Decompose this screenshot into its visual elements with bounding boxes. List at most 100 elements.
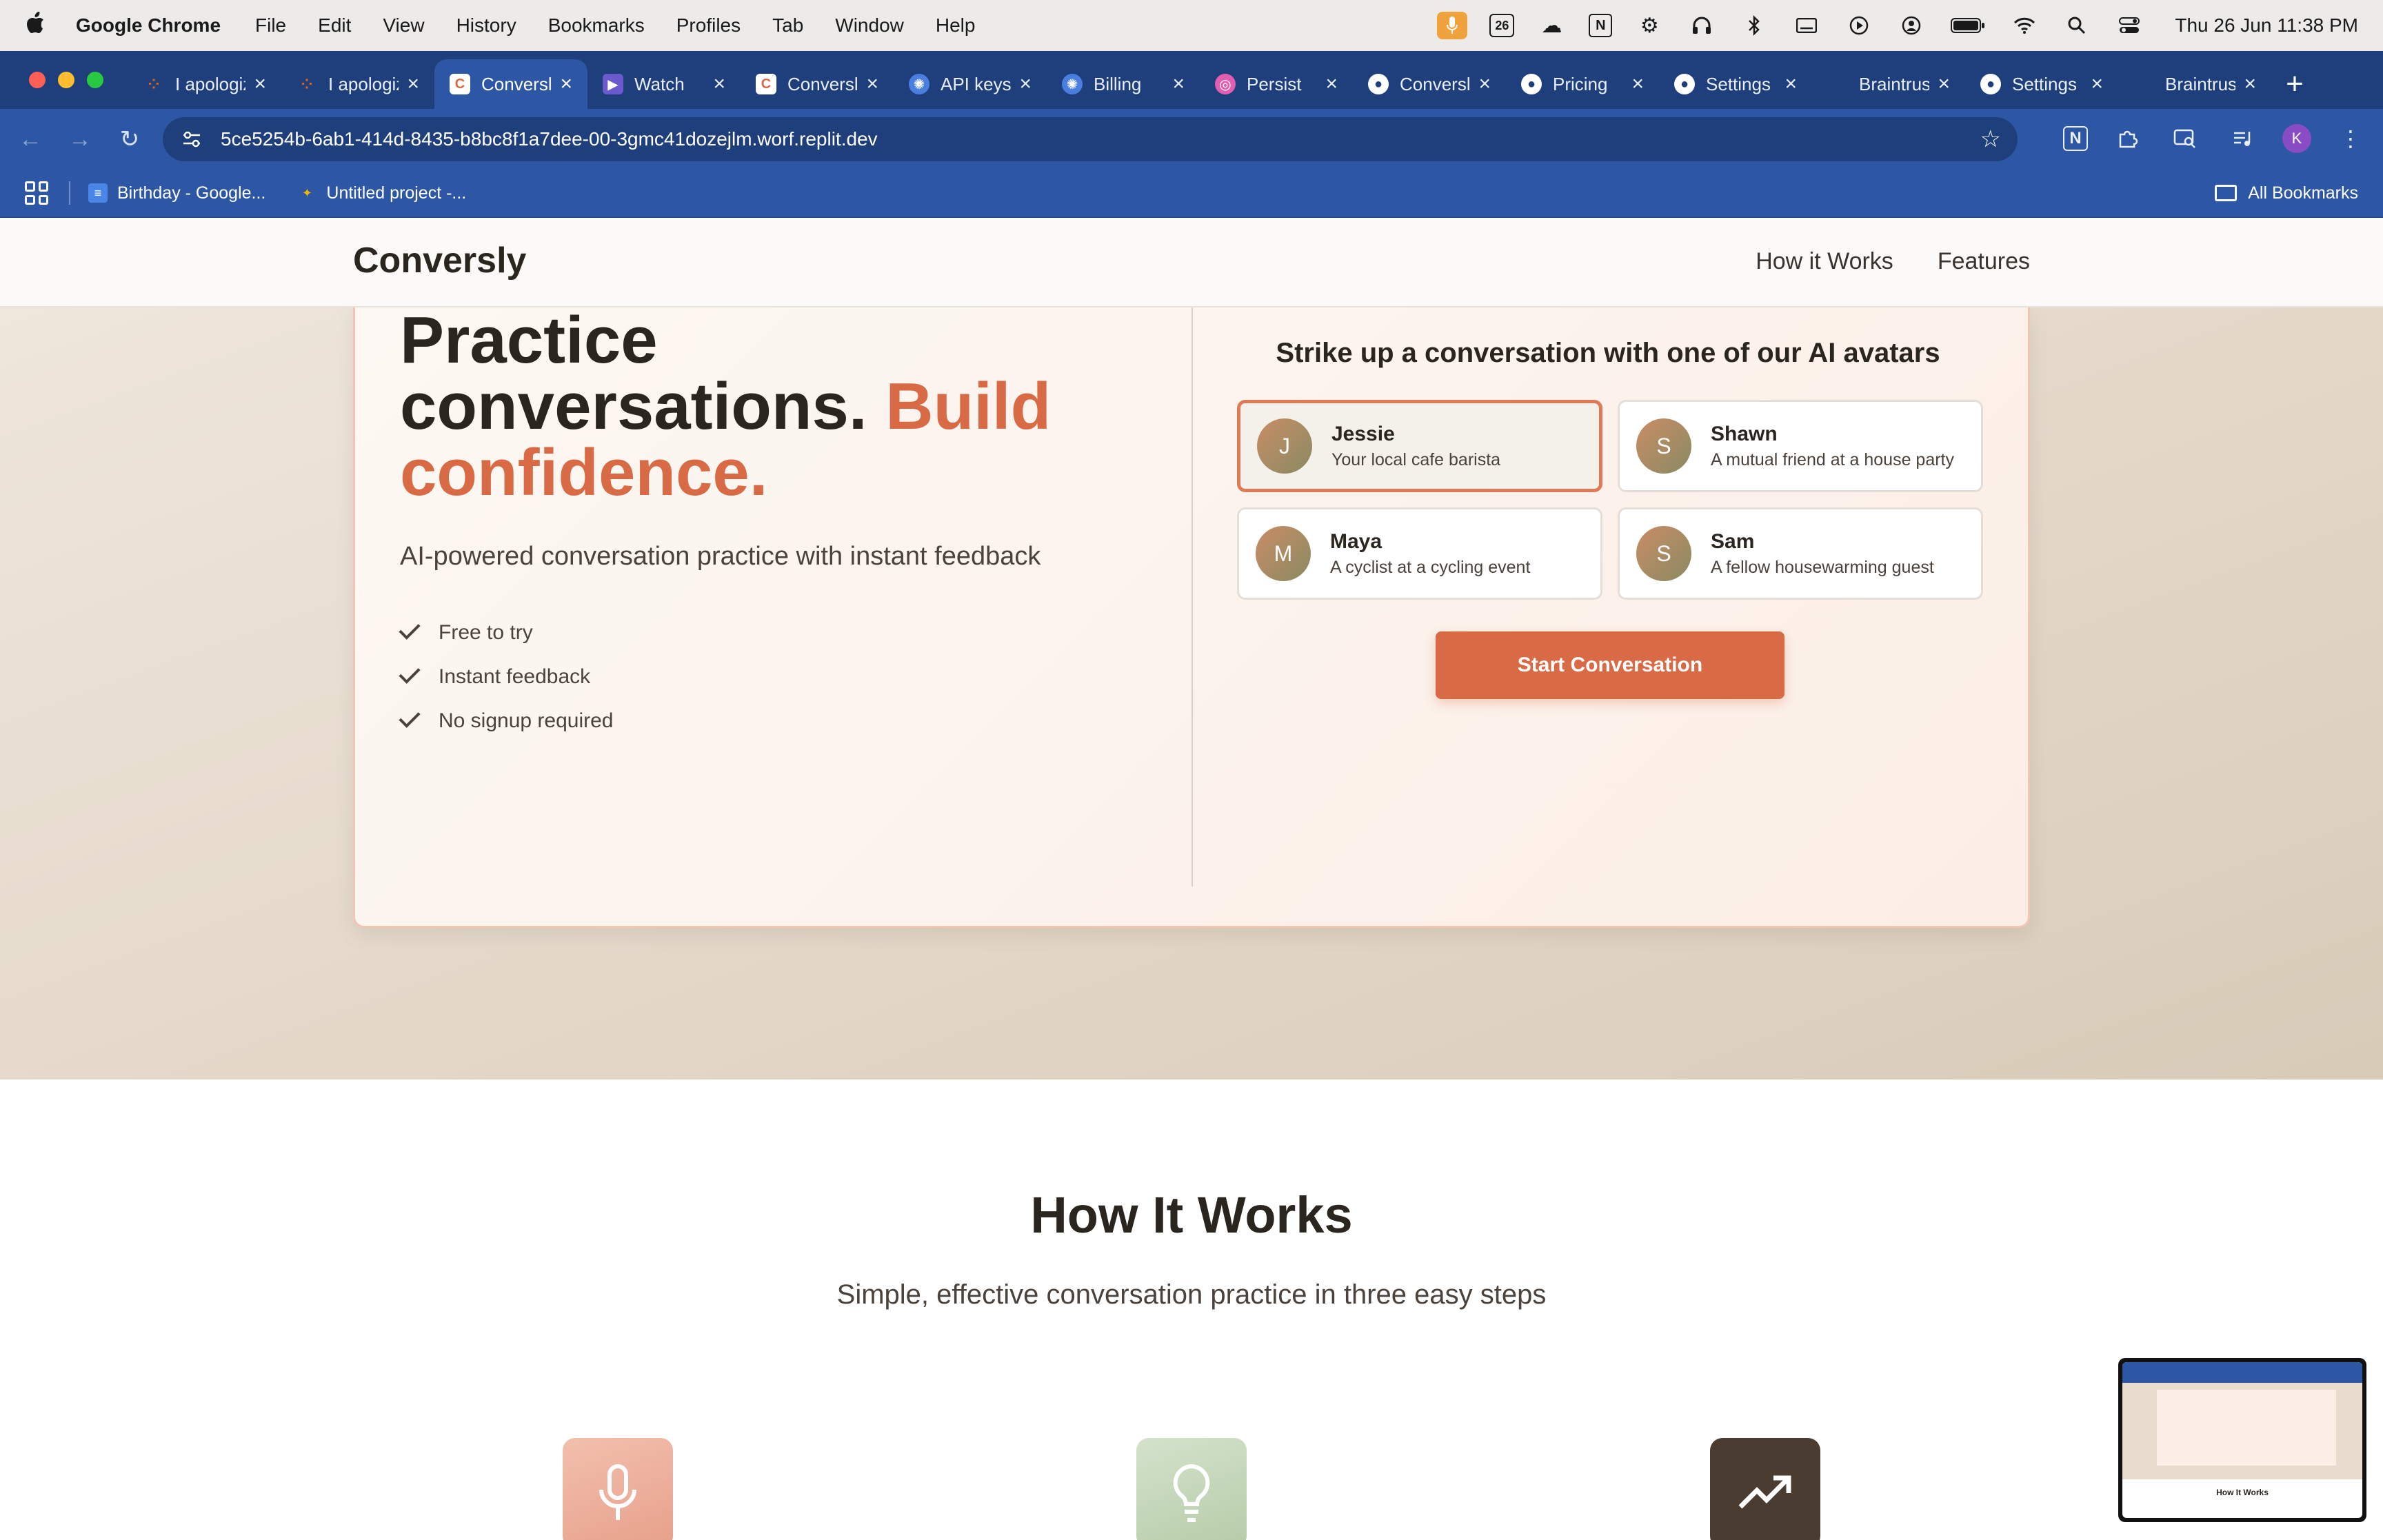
keyboard-icon[interactable]	[1791, 12, 1822, 39]
close-icon[interactable]: ×	[713, 72, 725, 96]
menu-file[interactable]: File	[255, 14, 286, 37]
avatar-card-shawn[interactable]: S Shawn A mutual friend at a house party	[1618, 400, 1983, 492]
tab-title: Pricing	[1553, 73, 1608, 94]
site-logo[interactable]: Conversly	[353, 240, 526, 281]
folder-icon	[2215, 185, 2238, 201]
menu-view[interactable]: View	[383, 14, 424, 37]
how-it-works-subtitle: Simple, effective conversation practice …	[836, 1279, 1547, 1310]
tab-title: I apologize	[328, 73, 399, 94]
back-arrow-icon[interactable]: ←	[11, 120, 50, 159]
browser-tab[interactable]: ⁘ I apologize ×	[128, 59, 281, 109]
project-icon: ✦	[301, 185, 312, 200]
control-center-icon[interactable]	[2114, 12, 2144, 39]
browser-tab[interactable]: ● Conversly ×	[1353, 59, 1506, 109]
notion-extension-icon[interactable]: N	[2063, 126, 2088, 151]
feature-item: No signup required	[399, 699, 614, 743]
close-icon[interactable]: ×	[1938, 72, 1950, 96]
status-area: 26 ☁ N ⚙ Thu 26 Jun 11:38 PM	[1437, 0, 2358, 51]
menu-history[interactable]: History	[456, 14, 516, 37]
headphones-icon[interactable]	[1687, 12, 1717, 39]
more-menu-icon[interactable]: ⋮	[2332, 120, 2369, 157]
bookmark-star-icon[interactable]: ☆	[1980, 125, 2001, 153]
browser-tab[interactable]: ▶ Watch ×	[587, 59, 741, 109]
menu-edit[interactable]: Edit	[318, 14, 351, 37]
bookmark-birthday[interactable]: ≡ Birthday - Google...	[88, 183, 265, 203]
extensions-puzzle-icon[interactable]	[2109, 120, 2146, 157]
microphone-icon[interactable]	[1437, 12, 1468, 39]
browser-tab[interactable]: ✺ Billing ×	[1047, 59, 1200, 109]
menu-window[interactable]: Window	[835, 14, 904, 37]
close-icon[interactable]: ×	[1478, 72, 1491, 96]
close-icon[interactable]: ×	[1631, 72, 1644, 96]
menubar-clock[interactable]: Thu 26 Jun 11:38 PM	[2175, 14, 2358, 37]
close-icon[interactable]: ×	[254, 72, 266, 96]
menu-app-name[interactable]: Google Chrome	[76, 14, 221, 37]
calendar-icon[interactable]: 26	[1489, 14, 1515, 37]
search-icon[interactable]	[2062, 12, 2092, 39]
close-icon[interactable]: ×	[1172, 72, 1185, 96]
avatar-card-jessie[interactable]: J Jessie Your local cafe barista	[1237, 400, 1602, 492]
close-icon[interactable]: ×	[1784, 72, 1797, 96]
nav-how-it-works[interactable]: How it Works	[1756, 248, 1893, 275]
menu-help[interactable]: Help	[936, 14, 976, 37]
media-controls-icon[interactable]	[2224, 120, 2262, 157]
wifi-icon[interactable]	[2009, 12, 2040, 39]
browser-tab[interactable]: C Conversly ×	[741, 59, 894, 109]
apple-icon[interactable]	[25, 11, 52, 41]
avatar-card-maya[interactable]: M Maya A cyclist at a cycling event	[1237, 507, 1602, 600]
browser-tab[interactable]: ⁘ I apologize ×	[281, 59, 434, 109]
tab-title: I apologize	[175, 73, 245, 94]
reload-icon[interactable]: ↻	[110, 120, 149, 159]
browser-tab[interactable]: ● Pricing ×	[1506, 59, 1659, 109]
browser-tab[interactable]: ✺ API keys ×	[894, 59, 1047, 109]
close-icon[interactable]: ×	[2091, 72, 2103, 96]
url-text[interactable]: 5ce5254b-6ab1-414d-8435-b8bc8f1a7dee-00-…	[221, 128, 878, 150]
user-circle-icon[interactable]	[1896, 12, 1927, 39]
openai-icon: ✺	[909, 74, 929, 94]
chat-icon: ●	[1674, 74, 1695, 94]
start-conversation-button[interactable]: Start Conversation	[1436, 631, 1784, 699]
zoom-window-button[interactable]	[87, 72, 103, 88]
battery-icon[interactable]	[1949, 12, 1987, 39]
browser-tab[interactable]: ● Settings ×	[1965, 59, 2118, 109]
close-icon[interactable]: ×	[866, 72, 878, 96]
apps-grid-icon[interactable]	[25, 181, 48, 205]
minimize-window-button[interactable]	[58, 72, 74, 88]
browser-tab[interactable]: ◎ Persist ×	[1200, 59, 1353, 109]
avatar-description: A cyclist at a cycling event	[1330, 557, 1531, 577]
notion-icon[interactable]: N	[1589, 14, 1613, 37]
site-settings-icon[interactable]	[178, 125, 205, 153]
close-icon[interactable]: ×	[407, 72, 419, 96]
all-bookmarks[interactable]: All Bookmarks	[2215, 183, 2358, 203]
screenshot-preview-thumbnail[interactable]: How It Works	[2118, 1358, 2366, 1522]
menu-profiles[interactable]: Profiles	[676, 14, 741, 37]
avatar: S	[1636, 418, 1691, 474]
bookmark-untitled-project[interactable]: ✦ Untitled project -...	[297, 183, 466, 203]
close-icon[interactable]: ×	[560, 72, 572, 96]
nav-features[interactable]: Features	[1938, 248, 2030, 275]
forward-arrow-icon[interactable]: →	[61, 120, 99, 159]
bluetooth-icon[interactable]	[1739, 12, 1769, 39]
replit-icon: ⁘	[301, 77, 313, 92]
avatar-card-sam[interactable]: S Sam A fellow housewarming guest	[1618, 507, 1983, 600]
play-icon[interactable]	[1844, 12, 1874, 39]
close-icon[interactable]: ×	[1019, 72, 1032, 96]
address-bar[interactable]: 5ce5254b-6ab1-414d-8435-b8bc8f1a7dee-00-…	[163, 117, 2018, 161]
menu-tab[interactable]: Tab	[772, 14, 803, 37]
browser-tab[interactable]: ● Settings ×	[1659, 59, 1812, 109]
browser-tab[interactable]: Braintrust ×	[1812, 59, 1965, 109]
close-window-button[interactable]	[29, 72, 46, 88]
menu-bookmarks[interactable]: Bookmarks	[548, 14, 645, 37]
close-icon[interactable]: ×	[1325, 72, 1338, 96]
browser-tab[interactable]: Braintrust ×	[2118, 59, 2271, 109]
new-tab-button[interactable]: +	[2275, 65, 2314, 103]
cloud-icon[interactable]: ☁	[1536, 12, 1567, 39]
browser-tab-active[interactable]: C Conversly ×	[434, 59, 587, 109]
tab-search-icon[interactable]	[2166, 120, 2204, 157]
bookmarks-divider	[69, 181, 70, 205]
gear-icon[interactable]: ⚙	[1634, 12, 1665, 39]
feature-label: Free to try	[439, 621, 533, 644]
tab-title: Watch	[634, 73, 685, 94]
close-icon[interactable]: ×	[2244, 72, 2256, 96]
profile-avatar[interactable]: K	[2282, 124, 2311, 153]
